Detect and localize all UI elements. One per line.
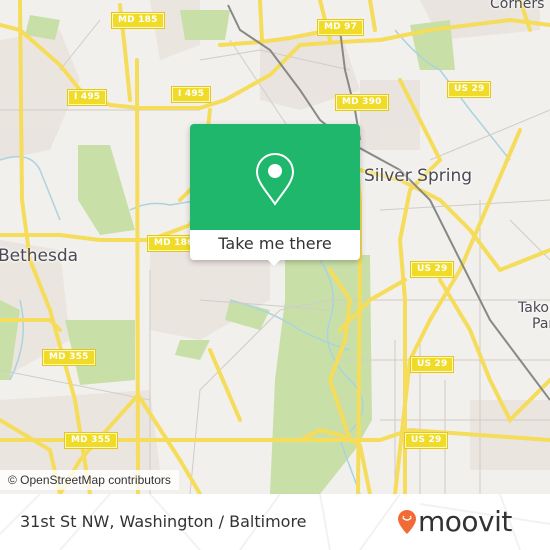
road-label-md-355-south: MD 355 bbox=[64, 432, 118, 449]
road-label-us-29-south: US 29 bbox=[409, 356, 455, 373]
address-text: 31st St NW, Washington / Baltimore bbox=[20, 512, 307, 531]
map-attribution[interactable]: © OpenStreetMap contributors bbox=[0, 470, 179, 490]
place-label-four-corners: Corners bbox=[490, 0, 545, 12]
place-label-takoma: Takoma bbox=[518, 300, 550, 316]
road-label-us-29-silver-spring: US 29 bbox=[409, 261, 455, 278]
popup-header bbox=[190, 124, 360, 230]
moovit-wordmark: moovit bbox=[418, 505, 512, 538]
moovit-pin-icon bbox=[398, 510, 416, 534]
place-label-silver-spring: Silver Spring bbox=[364, 166, 473, 186]
road-label-us-29-north: US 29 bbox=[446, 81, 492, 98]
location-pin-icon bbox=[255, 152, 295, 206]
road-label-md-97: MD 97 bbox=[316, 19, 365, 36]
road-label-md-185: MD 185 bbox=[111, 12, 165, 29]
road-label-us-29-lower: US 29 bbox=[403, 432, 449, 449]
place-label-park: Park bbox=[532, 316, 550, 332]
popup-pointer bbox=[266, 258, 282, 266]
road-label-i-495-west: I 495 bbox=[66, 89, 108, 106]
footer-bar: 31st St NW, Washington / Baltimore moovi… bbox=[0, 494, 550, 550]
map-view[interactable]: MD 185 I 495 I 495 MD 97 MD 390 US 29 MD… bbox=[0, 0, 550, 494]
location-popup: Take me there bbox=[190, 124, 360, 266]
take-me-there-button[interactable]: Take me there bbox=[190, 230, 360, 260]
place-label-bethesda: Bethesda bbox=[0, 246, 79, 266]
road-label-md-355-north: MD 355 bbox=[42, 349, 96, 366]
road-label-i-495-east: I 495 bbox=[170, 86, 212, 103]
road-label-md-390: MD 390 bbox=[335, 94, 389, 111]
